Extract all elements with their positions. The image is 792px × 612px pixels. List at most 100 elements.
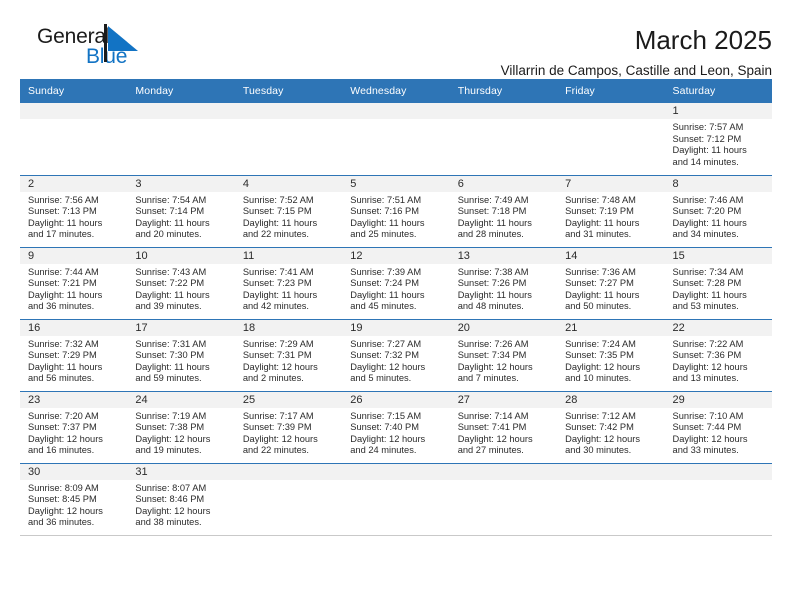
calendar-day-cell[interactable]: 15 Sunrise: 7:34 AM Sunset: 7:28 PM Dayligh… — [664, 247, 772, 320]
day-details: Sunrise: 7:24 AM Sunset: 7:35 PM Daylight:… — [557, 336, 664, 385]
day-number: 6 — [449, 175, 558, 192]
sunrise-time: Sunrise: 7:34 AM — [672, 266, 744, 277]
calendar-day-cell-empty — [127, 103, 235, 176]
calendar-day-cell[interactable]: 14 Sunrise: 7:36 AM Sunset: 7:27 PM Dayligh… — [557, 247, 665, 320]
daylight-duration-line2: and 10 minutes. — [565, 373, 632, 384]
sunset-time: Sunset: 7:27 PM — [565, 278, 634, 289]
calendar-day-cell[interactable]: 1 Sunrise: 7:57 AM Sunset: 7:12 PM Daylight… — [664, 103, 772, 176]
calendar-day-cell[interactable]: 18 Sunrise: 7:29 AM Sunset: 7:31 PM Dayligh… — [234, 319, 343, 392]
calendar-day-cell[interactable]: 9 Sunrise: 7:44 AM Sunset: 7:21 PM Daylight… — [20, 247, 128, 320]
daylight-duration-line2: and 42 minutes. — [242, 301, 309, 312]
daylight-duration-line1: Daylight: 12 hours — [135, 433, 211, 444]
sunrise-time: Sunrise: 7:38 AM — [457, 266, 529, 277]
daylight-duration-line1: Daylight: 11 hours — [457, 217, 532, 228]
calendar-day-cell[interactable]: 12 Sunrise: 7:39 AM Sunset: 7:24 PM Dayligh… — [342, 247, 450, 320]
sunset-time: Sunset: 7:42 PM — [565, 422, 634, 433]
day-number-placeholder — [557, 103, 665, 119]
calendar-day-cell[interactable]: 10 Sunrise: 7:43 AM Sunset: 7:22 PM Dayligh… — [127, 247, 235, 320]
sunrise-time: Sunrise: 7:19 AM — [135, 410, 207, 421]
calendar-day-cell-empty — [449, 103, 558, 176]
calendar-day-cell[interactable]: 17 Sunrise: 7:31 AM Sunset: 7:30 PM Dayligh… — [127, 319, 235, 392]
calendar-day-cell[interactable]: 28 Sunrise: 7:12 AM Sunset: 7:42 PM Dayligh… — [557, 391, 665, 464]
daylight-duration-line2: and 19 minutes. — [135, 445, 202, 456]
calendar-week-row: 2 Sunrise: 7:56 AM Sunset: 7:13 PM Daylight… — [20, 175, 772, 248]
title-block: March 2025 Villarrin de Campos, Castille… — [140, 26, 772, 78]
calendar-day-cell[interactable]: 25 Sunrise: 7:17 AM Sunset: 7:39 PM Dayligh… — [234, 391, 343, 464]
daylight-duration-line1: Daylight: 12 hours — [242, 433, 318, 444]
sunrise-time: Sunrise: 7:26 AM — [457, 338, 529, 349]
day-details: Sunrise: 7:38 AM Sunset: 7:26 PM Daylight:… — [450, 264, 557, 313]
page-header: General Blue March 2025 Villarrin de Cam… — [20, 0, 772, 77]
calendar-day-cell[interactable]: 30 Sunrise: 8:09 AM Sunset: 8:45 PM Dayligh… — [20, 463, 128, 536]
calendar-day-cell[interactable]: 29 Sunrise: 7:10 AM Sunset: 7:44 PM Dayligh… — [664, 391, 772, 464]
calendar-day-cell[interactable]: 26 Sunrise: 7:15 AM Sunset: 7:40 PM Dayligh… — [342, 391, 450, 464]
day-number: 21 — [557, 319, 665, 336]
weekday-header-friday: Friday — [557, 79, 665, 103]
daylight-duration-line1: Daylight: 11 hours — [565, 217, 640, 228]
day-number-placeholder — [449, 463, 558, 480]
page-subtitle: Villarrin de Campos, Castille and Leon, … — [500, 62, 772, 78]
sunrise-time: Sunrise: 7:43 AM — [135, 266, 207, 277]
day-number: 24 — [127, 391, 235, 408]
sunset-time: Sunset: 7:38 PM — [135, 422, 205, 433]
daylight-duration-line1: Daylight: 11 hours — [135, 217, 210, 228]
sunset-time: Sunset: 7:40 PM — [350, 422, 419, 433]
calendar-day-cell[interactable]: 22 Sunrise: 7:22 AM Sunset: 7:36 PM Dayligh… — [664, 319, 772, 392]
calendar-day-cell[interactable]: 27 Sunrise: 7:14 AM Sunset: 7:41 PM Dayligh… — [449, 391, 558, 464]
sunset-time: Sunset: 7:18 PM — [457, 206, 527, 217]
daylight-duration-line1: Daylight: 11 hours — [242, 289, 318, 300]
calendar-day-cell-empty — [234, 463, 343, 536]
daylight-duration-line2: and 50 minutes. — [565, 301, 632, 312]
calendar-day-cell[interactable]: 7 Sunrise: 7:48 AM Sunset: 7:19 PM Daylight… — [557, 175, 665, 248]
calendar-day-cell[interactable]: 13 Sunrise: 7:38 AM Sunset: 7:26 PM Dayligh… — [449, 247, 558, 320]
calendar-day-cell[interactable]: 23 Sunrise: 7:20 AM Sunset: 7:37 PM Dayligh… — [20, 391, 128, 464]
sunset-time: Sunset: 7:28 PM — [672, 278, 742, 289]
calendar-day-cell[interactable]: 2 Sunrise: 7:56 AM Sunset: 7:13 PM Daylight… — [20, 175, 128, 248]
calendar-day-cell[interactable]: 5 Sunrise: 7:51 AM Sunset: 7:16 PM Daylight… — [342, 175, 450, 248]
weekday-header-tuesday: Tuesday — [234, 79, 343, 103]
sunrise-time: Sunrise: 7:31 AM — [135, 338, 207, 349]
calendar-day-cell[interactable]: 4 Sunrise: 7:52 AM Sunset: 7:15 PM Daylight… — [234, 175, 343, 248]
day-number: 18 — [234, 319, 343, 336]
sunrise-time: Sunrise: 7:14 AM — [457, 410, 529, 421]
calendar-day-cell[interactable]: 19 Sunrise: 7:27 AM Sunset: 7:32 PM Dayligh… — [342, 319, 450, 392]
sunset-time: Sunset: 8:45 PM — [28, 494, 97, 505]
day-number: 25 — [234, 391, 343, 408]
daylight-duration-line1: Daylight: 12 hours — [350, 433, 426, 444]
sunrise-time: Sunrise: 7:29 AM — [242, 338, 314, 349]
calendar-day-cell[interactable]: 6 Sunrise: 7:49 AM Sunset: 7:18 PM Daylight… — [449, 175, 558, 248]
day-details: Sunrise: 7:52 AM Sunset: 7:15 PM Daylight:… — [235, 192, 342, 241]
brand-name-general: General — [37, 25, 111, 48]
calendar-day-cell[interactable]: 16 Sunrise: 7:32 AM Sunset: 7:29 PM Dayligh… — [20, 319, 128, 392]
calendar-day-cell[interactable]: 20 Sunrise: 7:26 AM Sunset: 7:34 PM Dayligh… — [449, 319, 558, 392]
day-details: Sunrise: 7:34 AM Sunset: 7:28 PM Daylight:… — [665, 264, 772, 313]
sunset-time: Sunset: 7:22 PM — [135, 278, 205, 289]
daylight-duration-line1: Daylight: 12 hours — [28, 433, 103, 444]
sunrise-time: Sunrise: 7:51 AM — [350, 194, 422, 205]
calendar-day-cell[interactable]: 11 Sunrise: 7:41 AM Sunset: 7:23 PM Dayligh… — [234, 247, 343, 320]
sunset-time: Sunset: 7:23 PM — [242, 278, 312, 289]
calendar-day-cell[interactable]: 3 Sunrise: 7:54 AM Sunset: 7:14 PM Daylight… — [127, 175, 235, 248]
sunrise-time: Sunrise: 7:32 AM — [28, 338, 99, 349]
calendar-week-row: 30 Sunrise: 8:09 AM Sunset: 8:45 PM Dayligh… — [20, 463, 772, 536]
daylight-duration-line1: Daylight: 11 hours — [457, 289, 532, 300]
weekday-header-thursday: Thursday — [449, 79, 558, 103]
day-details: Sunrise: 7:36 AM Sunset: 7:27 PM Daylight:… — [557, 264, 664, 313]
calendar-day-cell[interactable]: 8 Sunrise: 7:46 AM Sunset: 7:20 PM Daylight… — [664, 175, 772, 248]
sunset-time: Sunset: 8:46 PM — [135, 494, 205, 505]
calendar-day-cell[interactable]: 21 Sunrise: 7:24 AM Sunset: 7:35 PM Dayligh… — [557, 319, 665, 392]
day-number: 22 — [664, 319, 772, 336]
sunrise-time: Sunrise: 7:27 AM — [350, 338, 422, 349]
daylight-duration-line1: Daylight: 11 hours — [672, 145, 747, 156]
calendar-day-cell[interactable]: 31 Sunrise: 8:07 AM Sunset: 8:46 PM Dayligh… — [127, 463, 235, 536]
calendar-day-cell[interactable]: 24 Sunrise: 7:19 AM Sunset: 7:38 PM Dayligh… — [127, 391, 235, 464]
day-details: Sunrise: 7:10 AM Sunset: 7:44 PM Daylight:… — [665, 408, 772, 457]
daylight-duration-line1: Daylight: 11 hours — [28, 289, 103, 300]
sunset-time: Sunset: 7:26 PM — [457, 278, 527, 289]
sunrise-time: Sunrise: 8:07 AM — [135, 482, 207, 493]
sunrise-time: Sunrise: 7:20 AM — [28, 410, 99, 421]
brand-logo[interactable]: General Blue — [20, 24, 140, 74]
day-number: 13 — [449, 247, 558, 264]
daylight-duration-line2: and 36 minutes. — [28, 301, 95, 312]
calendar-day-cell-empty — [342, 463, 450, 536]
